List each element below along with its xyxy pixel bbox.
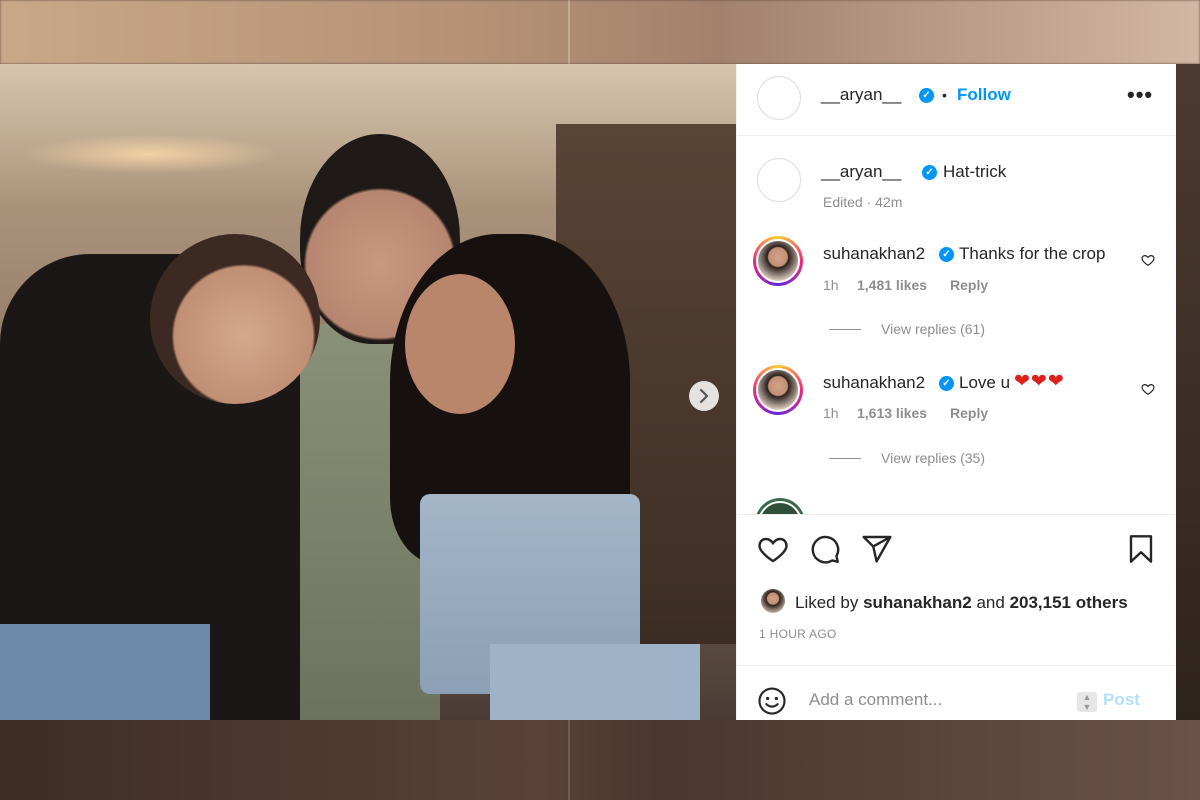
caption-avatar[interactable] xyxy=(757,158,801,202)
photo-person-right-face xyxy=(405,274,515,414)
share-icon[interactable] xyxy=(861,533,893,565)
background-divider xyxy=(568,720,570,800)
liked-by-and: and xyxy=(976,593,1005,612)
bookmark-icon[interactable] xyxy=(1125,533,1157,565)
chevron-right-icon xyxy=(699,389,709,403)
view-replies-line xyxy=(829,329,861,330)
photo-person-right-shorts xyxy=(490,644,700,720)
comment-like-icon[interactable] xyxy=(1141,382,1155,396)
verified-icon: ✓ xyxy=(922,165,937,180)
background-divider xyxy=(568,0,570,64)
red-heart-emoji: ❤❤❤ xyxy=(1014,371,1065,392)
photo-light xyxy=(20,134,280,174)
emoji-icon[interactable] xyxy=(757,686,787,716)
comment-input[interactable] xyxy=(809,690,1069,710)
liked-by-user[interactable]: suhanakhan2 xyxy=(863,593,972,612)
verified-icon: ✓ xyxy=(939,376,954,391)
caption-text: Hat-trick xyxy=(943,162,1007,181)
photo-person-left-head xyxy=(150,234,320,404)
more-icon[interactable]: ••• xyxy=(1127,82,1153,108)
comment-time: 1h xyxy=(823,405,839,421)
view-replies-button[interactable]: View replies (61) xyxy=(881,321,985,337)
comment-likes[interactable]: 1,481 likes xyxy=(857,277,927,293)
follow-button[interactable]: Follow xyxy=(957,85,1011,105)
background-blur-right xyxy=(1176,64,1200,720)
verified-icon: ✓ xyxy=(939,247,954,262)
photo-person-left-jeans xyxy=(0,624,210,720)
heart-icon[interactable] xyxy=(757,533,789,565)
comments-list[interactable]: __aryan__ ✓ Hat-trick Edited · 42m suhan… xyxy=(737,136,1177,514)
comment-text: Thanks for the crop xyxy=(959,244,1106,263)
comment-time: 1h xyxy=(823,277,839,293)
caption-meta: Edited · 42m xyxy=(823,194,903,210)
liked-by-text[interactable]: Liked by suhanakhan2 and 203,151 others xyxy=(795,593,1128,613)
background-blur-bottom xyxy=(0,720,1200,800)
post-actions: Liked by suhanakhan2 and 203,151 others … xyxy=(737,514,1177,674)
view-replies-button[interactable]: View replies (35) xyxy=(881,450,985,466)
author-avatar[interactable] xyxy=(757,76,801,120)
post-comment-button[interactable]: Post xyxy=(1103,690,1140,710)
verified-icon: ✓ xyxy=(919,88,934,103)
background-blur-top xyxy=(0,0,1200,64)
post-header: __aryan__ ✓ • Follow ••• xyxy=(737,64,1177,136)
liked-by-avatar[interactable] xyxy=(761,589,785,613)
liked-by-prefix: Liked by xyxy=(795,593,859,612)
next-slide-button[interactable] xyxy=(689,381,719,411)
commenter-avatar[interactable] xyxy=(753,365,803,415)
post-photo[interactable] xyxy=(0,64,736,720)
resize-grip-icon: ▲ ▼ xyxy=(1077,692,1097,712)
separator-dot: • xyxy=(942,87,947,103)
comment-likes[interactable]: 1,613 likes xyxy=(857,405,927,421)
caption-username[interactable]: __aryan__ xyxy=(821,162,901,182)
liked-by-others[interactable]: 203,151 others xyxy=(1010,593,1128,612)
add-comment-bar: ▲▼ Post xyxy=(737,665,1177,720)
author-username[interactable]: __aryan__ xyxy=(821,85,901,105)
commenter-avatar[interactable] xyxy=(755,498,805,514)
view-replies-line xyxy=(829,458,861,459)
post-time[interactable]: 1 HOUR AGO xyxy=(759,627,837,641)
comment-like-icon[interactable] xyxy=(1141,253,1155,267)
reply-button[interactable]: Reply xyxy=(950,405,988,421)
comment-icon[interactable] xyxy=(809,533,841,565)
comment-username[interactable]: suhanakhan2 xyxy=(823,244,925,264)
comment-text: Love u xyxy=(959,373,1011,392)
commenter-avatar[interactable] xyxy=(753,236,803,286)
post-details-panel: __aryan__ ✓ • Follow ••• __aryan__ ✓ Hat… xyxy=(736,64,1177,720)
comment-username[interactable]: suhanakhan2 xyxy=(823,373,925,393)
reply-button[interactable]: Reply xyxy=(950,277,988,293)
